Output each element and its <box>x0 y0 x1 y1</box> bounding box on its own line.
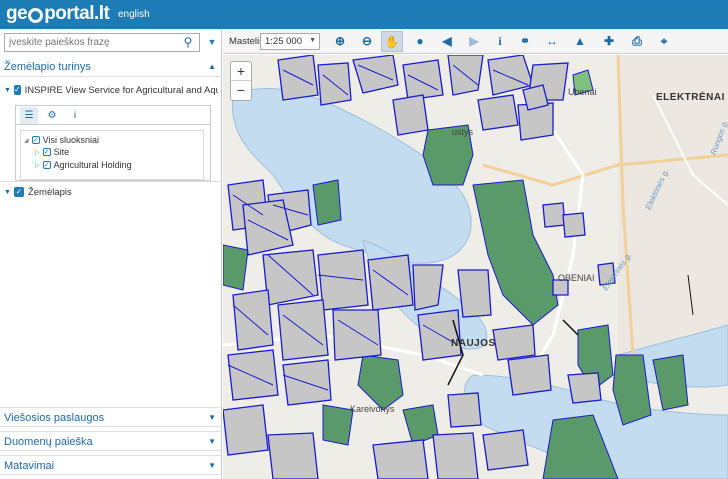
panel-tabs: ☰ ⚙ i <box>16 106 210 125</box>
chevron-down-icon: ▼ <box>208 437 216 446</box>
settings-icon[interactable]: ⚙ <box>43 107 61 124</box>
basemap-layer-row[interactable]: ▼ ✓ Žemėlapis <box>4 185 218 199</box>
place-label-naujos: NAUJOS <box>451 338 496 349</box>
add-icon[interactable]: ✚ <box>598 31 620 52</box>
chevron-down-icon: ▼ <box>309 37 316 44</box>
expand-arrow-icon[interactable]: ▼ <box>4 87 11 94</box>
scale-value: 1:25 000 <box>265 36 302 47</box>
globe-icon[interactable]: ● <box>409 31 431 52</box>
expand-arrow-icon[interactable]: ▷ <box>35 149 40 156</box>
collapse-arrow-icon[interactable]: ◢ <box>24 137 29 144</box>
print-icon[interactable]: ⎙ <box>626 31 648 52</box>
place-label-beniai: OBENIAI <box>558 273 595 283</box>
info-icon[interactable]: i <box>489 31 511 52</box>
search-input[interactable] <box>4 33 200 52</box>
scale-select[interactable]: 1:25 000 ▼ <box>260 33 320 50</box>
zoom-control: + − <box>230 61 252 101</box>
holding-label: Agricultural Holding <box>53 160 132 170</box>
layer-tree: ◢ ✓ Visi sluoksniai ▷ ✓ Site ▷ ✓ Agricul… <box>20 130 204 180</box>
previous-extent-icon[interactable]: ◀ <box>436 31 458 52</box>
tree-item-holding[interactable]: ▷ ✓ Agricultural Holding <box>35 159 132 171</box>
expand-arrow-icon[interactable]: ▼ <box>4 189 11 196</box>
measurements-header[interactable]: Matavimai ▼ <box>0 455 222 475</box>
map-canvas[interactable] <box>223 55 728 479</box>
search-row: ⚲ ▼ <box>4 33 218 53</box>
service-layer-row[interactable]: ▼ ✓ INSPIRE View Service for Agricultura… <box>4 83 218 97</box>
public-services-header[interactable]: Viešosios paslaugos ▼ <box>0 407 222 427</box>
locate-icon[interactable]: ⌖ <box>653 31 675 52</box>
service-layer-checkbox[interactable]: ✓ <box>13 85 21 95</box>
logo-globe-icon <box>28 7 44 23</box>
data-search-title: Duomenų paieška <box>4 436 93 448</box>
service-layer-label: INSPIRE View Service for Agricultural an… <box>24 84 218 96</box>
geoportal-logo[interactable]: ge portal.lt <box>6 3 110 25</box>
place-label-gustys: ustys <box>452 127 474 137</box>
map-toolbar: Mastelis: 1:25 000 ▼ ⊕ ⊖ ✋ ● ◀ ▶ i ⚭ ↔ ▲… <box>223 29 728 54</box>
map-content-title: Žemėlapio turinys <box>4 61 91 73</box>
chevron-down-icon[interactable]: ▼ <box>206 37 218 49</box>
zoom-in-button[interactable]: + <box>231 62 251 81</box>
all-layers-label: Visi sluoksniai <box>42 135 99 145</box>
logo-text-start: ge <box>6 3 28 24</box>
measurements-title: Matavimai <box>4 460 55 472</box>
place-label-kareivonys: Kareivonys <box>350 404 395 414</box>
place-label-ubenai: Ubenai <box>568 87 597 97</box>
basemap-checkbox[interactable]: ✓ <box>13 187 24 197</box>
zoom-out-button[interactable]: − <box>231 81 251 100</box>
map-view[interactable]: + − ELEKTRĖNAI NAUJOS Kareivonys OBENIAI… <box>223 55 728 479</box>
tree-item-all-layers[interactable]: ◢ ✓ Visi sluoksniai <box>24 134 99 146</box>
data-search-header[interactable]: Duomenų paieška ▼ <box>0 431 222 451</box>
list-icon[interactable]: ☰ <box>20 107 38 124</box>
map-content-header[interactable]: Žemėlapio turinys ▲ <box>0 57 222 77</box>
tree-item-site[interactable]: ▷ ✓ Site <box>35 146 69 158</box>
site-label: Site <box>53 147 70 157</box>
place-label-elektrenai: ELEKTRĖNAI <box>656 92 725 103</box>
sidebar: ⚲ ▼ Žemėlapio turinys ▲ ▼ ✓ INSPIRE View… <box>0 29 222 479</box>
chevron-down-icon: ▼ <box>208 413 216 422</box>
public-services-title: Viešosios paslaugos <box>4 412 105 424</box>
basemap-label: Žemėlapis <box>27 186 72 198</box>
info-icon[interactable]: i <box>66 107 84 124</box>
all-layers-checkbox[interactable]: ✓ <box>31 136 40 144</box>
next-extent-icon[interactable]: ▶ <box>463 31 485 52</box>
zoom-in-icon[interactable]: ⊕ <box>329 31 351 52</box>
language-link[interactable]: english <box>118 9 150 20</box>
divider <box>0 181 222 182</box>
elevation-profile-icon[interactable]: ▲ <box>569 31 591 52</box>
pan-hand-icon[interactable]: ✋ <box>381 31 403 52</box>
chevron-down-icon: ▼ <box>208 461 216 470</box>
measure-icon[interactable]: ↔ <box>541 31 563 52</box>
chevron-up-icon: ▲ <box>208 62 216 71</box>
link-icon[interactable]: ⚭ <box>514 31 536 52</box>
top-bar: ge portal.lt english <box>0 0 728 29</box>
site-checkbox[interactable]: ✓ <box>42 148 51 156</box>
holding-checkbox[interactable]: ✓ <box>42 161 51 169</box>
logo-text-end: portal.lt <box>44 3 110 24</box>
expand-arrow-icon[interactable]: ▷ <box>35 162 40 169</box>
zoom-out-icon[interactable]: ⊖ <box>356 31 378 52</box>
search-icon[interactable]: ⚲ <box>179 35 197 50</box>
layer-details-panel: ☰ ⚙ i ◢ ✓ Visi sluoksniai ▷ ✓ Site ▷ ✓ A… <box>15 105 211 181</box>
